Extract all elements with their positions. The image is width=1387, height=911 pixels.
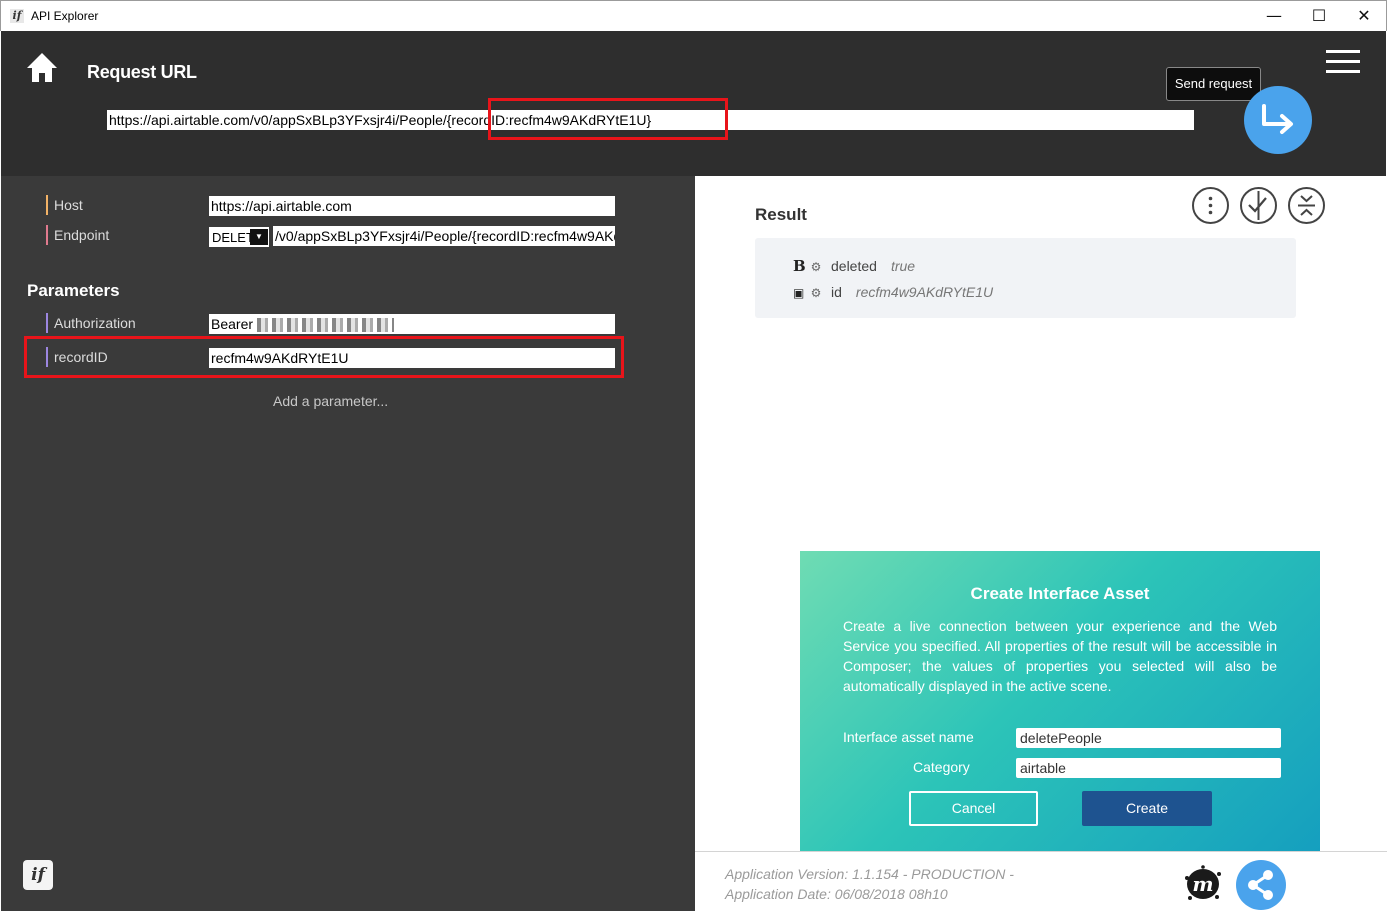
- home-icon[interactable]: [25, 51, 59, 85]
- authorization-value: Bearer: [211, 316, 254, 332]
- result-row-deleted[interactable]: B ⚙ deleted true: [793, 257, 915, 275]
- result-panel: Result B ⚙ deleted true ▣ ⚙ id recfm4w9AKdRYtE…: [695, 176, 1387, 911]
- send-request-button[interactable]: [1244, 86, 1312, 154]
- url-path-segment: /v0/appSxBLp3YFxsjr4i/People: [249, 112, 443, 128]
- footer: Application Version: 1.1.154 - PRODUCTIO…: [695, 851, 1387, 911]
- endpoint-input[interactable]: /v0/appSxBLp3YFxsjr4i/People/{recordID:r…: [273, 226, 615, 246]
- app-date: Application Date: 06/08/2018 08h10: [725, 886, 948, 902]
- category-label: Category: [913, 759, 970, 775]
- share-icon: [1248, 870, 1273, 900]
- asset-name-input[interactable]: deletePeople: [1016, 728, 1281, 748]
- url-host-segment: https://api.airtable.com: [109, 112, 250, 128]
- check-circle-icon: [1248, 191, 1267, 220]
- maximize-icon: ☐: [1311, 6, 1327, 25]
- app-version: Application Version: 1.1.154 - PRODUCTIO…: [725, 866, 1014, 882]
- redacted-token: [256, 318, 394, 333]
- minimize-icon: —: [1266, 6, 1282, 25]
- boolean-type-icon: B: [793, 257, 806, 275]
- request-panel: Host https://api.airtable.com Endpoint D…: [1, 176, 695, 911]
- collapse-icon: [1298, 195, 1315, 216]
- string-type-icon: ▣: [793, 286, 805, 300]
- endpoint-label: Endpoint: [46, 225, 109, 245]
- add-parameter-link[interactable]: Add a parameter...: [273, 393, 388, 409]
- result-value: recfm4w9AKdRYtE1U: [855, 284, 994, 300]
- result-row-id[interactable]: ▣ ⚙ id recfm4w9AKdRYtE1U: [793, 283, 993, 301]
- hamburger-menu-icon[interactable]: [1326, 50, 1360, 74]
- more-vertical-icon: [1208, 196, 1213, 215]
- chevron-down-icon: ▼: [250, 229, 268, 245]
- send-request-tooltip: Send request: [1166, 67, 1261, 101]
- result-value: true: [890, 258, 916, 274]
- gear-icon: ⚙: [810, 260, 822, 274]
- app-version-info: Application Version: 1.1.154 - PRODUCTIO…: [725, 864, 1014, 904]
- window-titlebar: if API Explorer — ☐ ✕: [0, 0, 1387, 31]
- svg-text:m: m: [1192, 872, 1213, 896]
- create-button[interactable]: Create: [1082, 791, 1212, 826]
- url-param-highlight: [488, 98, 728, 140]
- method-select[interactable]: DELETE ▼: [209, 227, 269, 247]
- meetup-logo[interactable]: m: [1182, 865, 1224, 903]
- more-options-button[interactable]: [1192, 187, 1229, 224]
- select-all-button[interactable]: [1240, 187, 1277, 224]
- parameters-title: Parameters: [27, 281, 120, 300]
- collapse-button[interactable]: [1288, 187, 1325, 224]
- param-label-authorization: Authorization: [46, 313, 136, 333]
- window-title: API Explorer: [31, 9, 99, 23]
- result-key: deleted: [831, 258, 877, 274]
- share-button[interactable]: [1236, 860, 1286, 910]
- create-asset-description: Create a live connection between your ex…: [843, 618, 1277, 694]
- category-input[interactable]: airtable: [1016, 758, 1281, 778]
- result-title: Result: [755, 205, 807, 224]
- gear-icon: ⚙: [810, 286, 822, 300]
- request-header: Request URL https://api.airtable.com/v0/…: [1, 31, 1386, 176]
- if-logo: if: [23, 860, 53, 890]
- app-icon: if: [10, 9, 24, 23]
- result-key: id: [831, 284, 842, 300]
- minimize-button[interactable]: —: [1251, 1, 1297, 31]
- result-box: B ⚙ deleted true ▣ ⚙ id recfm4w9AKdRYtE1U: [755, 238, 1296, 318]
- asset-name-label: Interface asset name: [843, 729, 974, 745]
- authorization-input[interactable]: Bearer: [209, 314, 615, 334]
- recordid-highlight: [24, 336, 624, 378]
- host-label: Host: [46, 195, 83, 215]
- host-input[interactable]: https://api.airtable.com: [209, 196, 615, 216]
- send-arrow-icon: [1262, 104, 1293, 134]
- close-window-button[interactable]: ✕: [1341, 1, 1387, 31]
- create-interface-asset-card: Create Interface Asset Create a live con…: [800, 551, 1320, 851]
- close-icon: ✕: [1357, 6, 1371, 25]
- create-asset-title: Create Interface Asset: [970, 584, 1150, 603]
- maximize-button[interactable]: ☐: [1296, 1, 1342, 31]
- cancel-button[interactable]: Cancel: [909, 791, 1038, 826]
- request-url-title: Request URL: [87, 62, 197, 82]
